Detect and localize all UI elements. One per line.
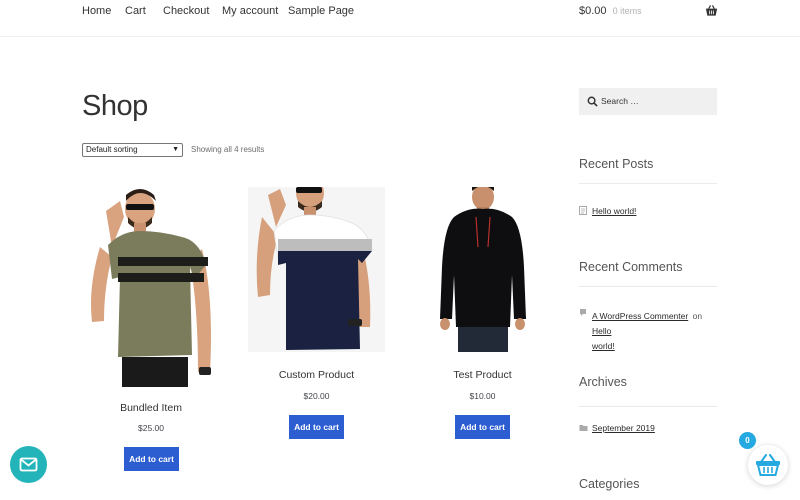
mail-icon bbox=[19, 457, 38, 472]
caret-down-icon: ▼ bbox=[172, 146, 179, 153]
comment-post-link[interactable]: Hello bbox=[592, 326, 611, 336]
product-price-test-product: $10.00 bbox=[469, 391, 496, 401]
product-image-bundled-item[interactable] bbox=[82, 187, 218, 387]
header-divider bbox=[0, 36, 800, 37]
chat-button[interactable] bbox=[10, 446, 47, 483]
page-title: Shop bbox=[82, 90, 148, 122]
cart-item-count: 0 items bbox=[612, 6, 642, 16]
product-image-test-product[interactable] bbox=[414, 187, 551, 352]
product-price-bundled-item: $25.00 bbox=[138, 423, 164, 433]
widget-divider bbox=[579, 286, 717, 287]
result-count: Showing all 4 results bbox=[191, 145, 265, 154]
search-field[interactable]: Search … bbox=[579, 88, 717, 115]
folder-icon bbox=[579, 425, 588, 431]
nav-checkout[interactable]: Checkout bbox=[163, 5, 209, 17]
add-to-cart-button-bundled-item[interactable]: Add to cart bbox=[124, 447, 179, 471]
product-name-test-product[interactable]: Test Product bbox=[414, 369, 551, 381]
widget-title-categories: Categories bbox=[579, 477, 640, 491]
widget-divider bbox=[579, 183, 717, 184]
recent-comment-entry: A WordPress Commenter on Hello world! bbox=[592, 308, 722, 353]
header-cart-total[interactable]: $0.00 0 items bbox=[579, 5, 642, 17]
comment-author-link[interactable]: A WordPress Commenter bbox=[592, 311, 688, 321]
cart-amount: $0.00 bbox=[579, 5, 607, 17]
widget-divider bbox=[579, 406, 717, 407]
search-placeholder: Search … bbox=[601, 96, 639, 106]
floating-cart-count-badge: 0 bbox=[739, 432, 756, 449]
widget-title-recent-posts: Recent Posts bbox=[579, 157, 654, 171]
nav-my-account[interactable]: My account bbox=[222, 5, 278, 17]
nav-home[interactable]: Home bbox=[82, 5, 111, 17]
widget-title-archives: Archives bbox=[579, 375, 627, 389]
comment-post-link-cont[interactable]: world! bbox=[592, 341, 615, 351]
recent-post-link[interactable]: Hello world! bbox=[592, 206, 636, 216]
product-name-bundled-item[interactable]: Bundled Item bbox=[82, 402, 220, 414]
basket-icon bbox=[756, 454, 780, 476]
product-image-custom-product[interactable] bbox=[248, 187, 385, 352]
nav-cart[interactable]: Cart bbox=[125, 5, 146, 17]
product-name-custom-product[interactable]: Custom Product bbox=[248, 369, 385, 381]
add-to-cart-button-custom-product[interactable]: Add to cart bbox=[289, 415, 344, 439]
sort-select-value: Default sorting bbox=[86, 145, 138, 154]
search-icon bbox=[587, 96, 598, 107]
basket-icon[interactable] bbox=[705, 4, 718, 17]
widget-title-recent-comments: Recent Comments bbox=[579, 260, 683, 274]
product-price-custom-product: $20.00 bbox=[303, 391, 330, 401]
nav-sample-page[interactable]: Sample Page bbox=[288, 5, 354, 17]
sort-select[interactable]: Default sorting ▼ bbox=[82, 143, 183, 157]
add-to-cart-button-test-product[interactable]: Add to cart bbox=[455, 415, 510, 439]
comment-on-text: on bbox=[692, 311, 703, 321]
comment-icon bbox=[580, 309, 586, 316]
floating-cart-button[interactable] bbox=[748, 445, 788, 485]
document-icon bbox=[579, 206, 587, 215]
archive-link-september-2019[interactable]: September 2019 bbox=[592, 423, 655, 433]
